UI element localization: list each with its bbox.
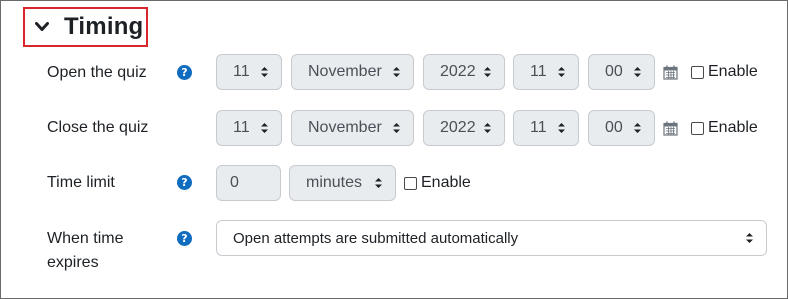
open-year-select[interactable]: 2022	[423, 54, 505, 90]
when-expires-select[interactable]: Open attempts are submitted automaticall…	[216, 220, 767, 256]
time-limit-enable-checkbox[interactable]: Enable	[404, 174, 471, 192]
select-caret-icon	[558, 123, 565, 133]
section-header-timing[interactable]: Timing	[23, 7, 148, 47]
close-minute-value: 00	[605, 119, 623, 136]
close-enable-label: Enable	[708, 119, 758, 136]
open-day-value: 11	[233, 63, 250, 80]
when-expires-label-line2: expires	[47, 254, 99, 271]
select-caret-icon	[484, 123, 491, 133]
close-year-value: 2022	[440, 119, 476, 136]
time-limit-value: 0	[230, 174, 239, 191]
time-limit-label: Time limit	[47, 174, 115, 191]
checkbox-box[interactable]	[691, 65, 704, 79]
checkbox-box[interactable]	[691, 121, 704, 135]
close-year-select[interactable]: 2022	[423, 110, 505, 146]
timing-section: Timing Open the quiz ? 11 November 2022 …	[0, 0, 788, 299]
chevron-down-icon[interactable]	[33, 18, 51, 36]
open-enable-label: Enable	[708, 63, 758, 80]
help-icon[interactable]: ?	[177, 65, 192, 80]
close-quiz-label: Close the quiz	[47, 119, 149, 136]
close-day-value: 11	[233, 119, 250, 136]
select-caret-icon	[558, 67, 565, 77]
open-month-select[interactable]: November	[291, 54, 414, 90]
select-caret-icon	[484, 67, 491, 77]
select-caret-icon	[261, 67, 268, 77]
select-caret-icon	[261, 123, 268, 133]
select-caret-icon	[393, 123, 400, 133]
close-hour-select[interactable]: 11	[513, 110, 579, 146]
help-icon[interactable]: ?	[177, 175, 192, 190]
close-hour-value: 11	[530, 119, 547, 136]
select-caret-icon	[393, 67, 400, 77]
open-enable-checkbox[interactable]: Enable	[691, 63, 758, 81]
when-expires-value: Open attempts are submitted automaticall…	[233, 229, 519, 247]
time-limit-input[interactable]: 0	[216, 165, 281, 201]
open-quiz-label: Open the quiz	[47, 64, 147, 81]
close-month-select[interactable]: November	[291, 110, 414, 146]
section-title: Timing	[64, 13, 144, 40]
open-day-select[interactable]: 11	[216, 54, 282, 90]
open-year-value: 2022	[440, 63, 476, 80]
close-day-select[interactable]: 11	[216, 110, 282, 146]
checkbox-box[interactable]	[404, 176, 417, 190]
time-limit-enable-label: Enable	[421, 174, 471, 191]
close-enable-checkbox[interactable]: Enable	[691, 119, 758, 137]
when-expires-label-line1: When time	[47, 230, 124, 247]
calendar-icon[interactable]	[663, 65, 678, 80]
open-hour-select[interactable]: 11	[513, 54, 579, 90]
select-caret-icon	[634, 67, 641, 77]
open-minute-select[interactable]: 00	[588, 54, 655, 90]
close-minute-select[interactable]: 00	[588, 110, 655, 146]
help-icon[interactable]: ?	[177, 231, 192, 246]
time-limit-unit-select[interactable]: minutes	[289, 165, 396, 201]
select-caret-icon	[375, 178, 382, 188]
select-caret-icon	[634, 123, 641, 133]
select-caret-icon	[746, 233, 753, 243]
open-hour-value: 11	[530, 63, 547, 80]
calendar-icon[interactable]	[663, 121, 678, 136]
open-minute-value: 00	[605, 63, 623, 80]
